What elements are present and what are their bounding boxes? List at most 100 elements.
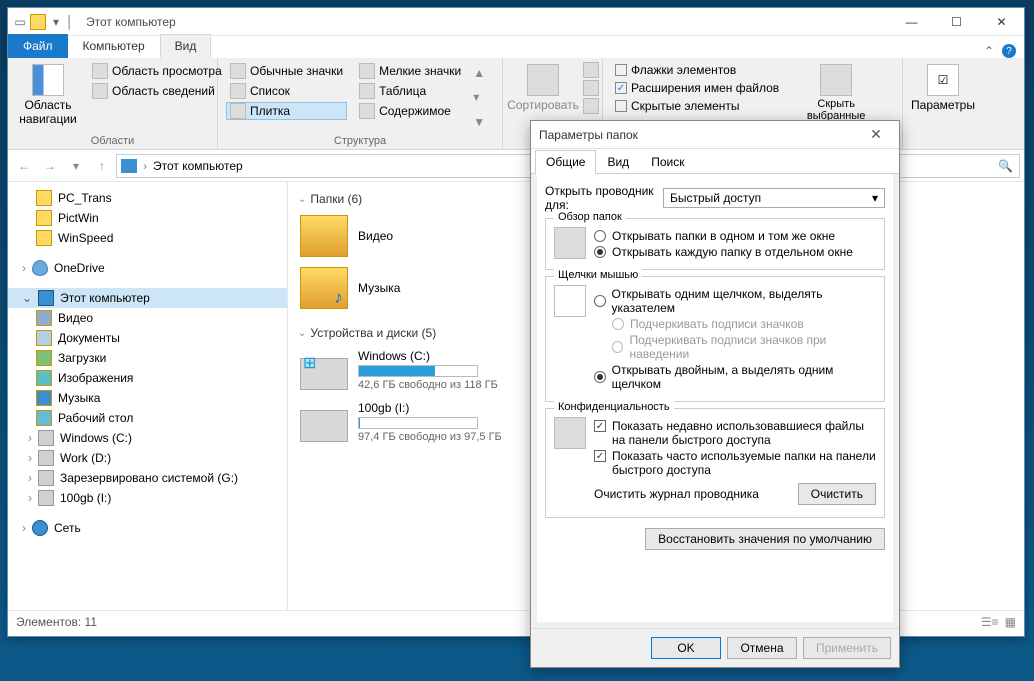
tree-item[interactable]: Музыка bbox=[8, 388, 287, 408]
nav-pane-button[interactable]: Область навигации bbox=[16, 62, 80, 133]
nav-tree[interactable]: PC_Trans PictWin WinSpeed ›OneDrive ⌄Это… bbox=[8, 182, 288, 610]
folder-icon bbox=[36, 210, 52, 226]
tree-item[interactable]: Рабочий стол bbox=[8, 408, 287, 428]
layout-down-icon[interactable]: ▼ bbox=[473, 115, 485, 129]
tree-item[interactable]: WinSpeed bbox=[8, 228, 287, 248]
tree-item-network[interactable]: ›Сеть bbox=[8, 518, 287, 538]
group-icon[interactable] bbox=[583, 62, 599, 78]
chk-hidden[interactable]: Скрытые элементы bbox=[611, 98, 783, 114]
tree-item-thispc[interactable]: ⌄Этот компьютер bbox=[8, 288, 287, 308]
layout-small[interactable]: Мелкие значки bbox=[355, 62, 465, 80]
dialog-footer: OK Отмена Применить bbox=[531, 628, 899, 667]
radio-separate-window[interactable]: Открывать каждую папку в отдельном окне bbox=[594, 245, 876, 259]
drive-tile[interactable]: 100gb (I:)97,4 ГБ свободно из 97,5 ГБ bbox=[298, 398, 528, 446]
tab-computer[interactable]: Компьютер bbox=[68, 34, 160, 58]
tab-view[interactable]: Вид bbox=[160, 34, 212, 58]
chk-extensions[interactable]: ✓Расширения имен файлов bbox=[611, 80, 783, 96]
tree-item[interactable]: Видео bbox=[8, 308, 287, 328]
apply-button[interactable]: Применить bbox=[803, 637, 891, 659]
drive-icon bbox=[38, 470, 54, 486]
recent-dd[interactable]: ▾ bbox=[64, 154, 88, 178]
tree-item[interactable]: ›Windows (C:) bbox=[8, 428, 287, 448]
layout-content[interactable]: Содержимое bbox=[355, 102, 465, 120]
tab-search[interactable]: Поиск bbox=[640, 150, 695, 174]
tree-item[interactable]: ›Work (D:) bbox=[8, 448, 287, 468]
dialog-tabs: Общие Вид Поиск bbox=[531, 149, 899, 174]
folder-icon bbox=[36, 190, 52, 206]
large-view-icon[interactable]: ▦ bbox=[1005, 615, 1016, 629]
image-icon bbox=[36, 370, 52, 386]
folder-icon bbox=[30, 14, 46, 30]
system-icon[interactable]: ▭ bbox=[12, 14, 28, 30]
tree-item[interactable]: ›Зарезервировано системой (G:) bbox=[8, 468, 287, 488]
folder-options-dialog: Параметры папок ✕ Общие Вид Поиск Открыт… bbox=[530, 120, 900, 668]
network-icon bbox=[32, 520, 48, 536]
forward-button[interactable]: → bbox=[38, 154, 62, 178]
open-explorer-label: Открыть проводник для: bbox=[545, 184, 655, 212]
tree-item[interactable]: Загрузки bbox=[8, 348, 287, 368]
ok-button[interactable]: OK bbox=[651, 637, 721, 659]
tree-item[interactable]: Документы bbox=[8, 328, 287, 348]
tab-view[interactable]: Вид bbox=[596, 150, 640, 174]
group-layout-label: Структура bbox=[226, 133, 494, 147]
layout-dd-icon[interactable]: ▾ bbox=[473, 90, 485, 104]
clear-button[interactable]: Очистить bbox=[798, 483, 876, 505]
privacy-icon bbox=[554, 417, 586, 449]
dialog-close-button[interactable]: ✕ bbox=[861, 126, 891, 143]
fit-icon[interactable] bbox=[583, 98, 599, 114]
restore-defaults-button[interactable]: Восстановить значения по умолчанию bbox=[645, 528, 885, 550]
chk-flags[interactable]: Флажки элементов bbox=[611, 62, 783, 78]
layout-normal[interactable]: Обычные значки bbox=[226, 62, 347, 80]
tree-item[interactable]: PictWin bbox=[8, 208, 287, 228]
dialog-title: Параметры папок bbox=[539, 128, 638, 142]
tree-item[interactable]: ›100gb (I:) bbox=[8, 488, 287, 508]
chk-recent-files[interactable]: ✓Показать недавно использовавшиеся файлы… bbox=[594, 419, 876, 447]
layout-table[interactable]: Таблица bbox=[355, 82, 465, 100]
details-view-icon[interactable]: ☰≡ bbox=[981, 615, 999, 629]
open-explorer-select[interactable]: Быстрый доступ▾ bbox=[663, 188, 885, 208]
folder-tile[interactable]: Видео bbox=[298, 212, 528, 260]
drive-tile[interactable]: ⊞ Windows (C:)42,6 ГБ свободно из 118 ГБ bbox=[298, 346, 528, 394]
tree-item[interactable]: Изображения bbox=[8, 368, 287, 388]
close-button[interactable]: ✕ bbox=[979, 8, 1024, 36]
options-button[interactable]: ☑ Параметры bbox=[911, 62, 975, 145]
folder-tile[interactable]: ♪Музыка bbox=[298, 264, 528, 312]
clear-history-label: Очистить журнал проводника bbox=[594, 487, 790, 501]
tab-general[interactable]: Общие bbox=[535, 150, 596, 174]
preview-icon bbox=[92, 63, 108, 79]
cancel-button[interactable]: Отмена bbox=[727, 637, 797, 659]
radio-same-window[interactable]: Открывать папки в одном и том же окне bbox=[594, 229, 876, 243]
checkbox-icon: ✓ bbox=[615, 82, 627, 94]
back-button[interactable]: ← bbox=[12, 154, 36, 178]
preview-pane-button[interactable]: Область просмотра bbox=[88, 62, 226, 80]
radio-double-click[interactable]: Открывать двойным, а выделять одним щелч… bbox=[594, 363, 876, 391]
up-button[interactable]: ↑ bbox=[90, 154, 114, 178]
music-icon bbox=[36, 390, 52, 406]
progress-bar bbox=[358, 417, 478, 429]
layout-tile[interactable]: Плитка bbox=[226, 102, 347, 120]
ribbon-collapse-icon[interactable]: ⌃ bbox=[984, 44, 994, 58]
tree-item[interactable]: PC_Trans bbox=[8, 188, 287, 208]
dialog-body: Открыть проводник для: Быстрый доступ▾ О… bbox=[537, 174, 893, 622]
nav-pane-icon bbox=[32, 64, 64, 96]
minimize-button[interactable]: — bbox=[889, 8, 934, 36]
layout-list[interactable]: Список bbox=[226, 82, 347, 100]
help-icon[interactable]: ? bbox=[1002, 44, 1016, 58]
layout-up-icon[interactable]: ▲ bbox=[473, 66, 485, 80]
sort-icon bbox=[527, 64, 559, 96]
radio-single-click[interactable]: Открывать одним щелчком, выделять указат… bbox=[594, 287, 876, 315]
separator: │ bbox=[66, 15, 78, 29]
tree-item-onedrive[interactable]: ›OneDrive bbox=[8, 258, 287, 278]
chk-frequent-folders[interactable]: ✓Показать часто используемые папки на па… bbox=[594, 449, 876, 477]
tab-file[interactable]: Файл bbox=[8, 34, 68, 58]
checkbox-icon bbox=[615, 100, 627, 112]
maximize-button[interactable]: ☐ bbox=[934, 8, 979, 36]
details-pane-button[interactable]: Область сведений bbox=[88, 82, 226, 100]
docs-icon bbox=[36, 330, 52, 346]
breadcrumb[interactable]: Этот компьютер bbox=[153, 159, 243, 173]
columns-icon[interactable] bbox=[583, 80, 599, 96]
qat-dropdown[interactable]: ▾ bbox=[48, 14, 64, 30]
drive-icon: ⊞ bbox=[300, 358, 348, 390]
ribbon-tabs: Файл Компьютер Вид ⌃ ? bbox=[8, 36, 1024, 58]
titlebar: ▭ ▾ │ Этот компьютер — ☐ ✕ bbox=[8, 8, 1024, 36]
